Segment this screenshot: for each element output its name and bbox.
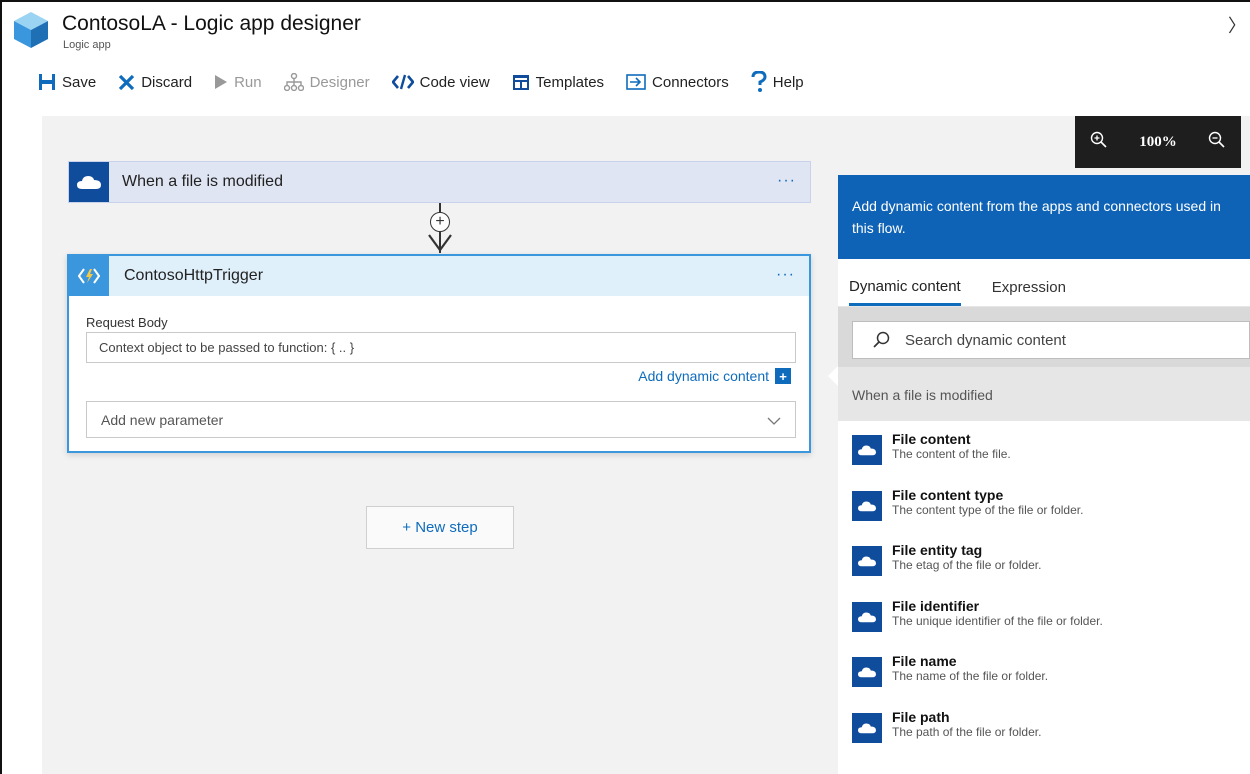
group-header: When a file is modified <box>838 367 1250 421</box>
item-name: File path <box>892 708 950 725</box>
window-frame-left <box>0 0 2 774</box>
dynamic-content-panel: Add dynamic content from the apps and co… <box>838 175 1250 774</box>
question-icon <box>751 71 767 93</box>
zoom-out-icon[interactable] <box>1208 131 1226 154</box>
designer-icon <box>283 73 304 91</box>
templates-button[interactable]: Templates <box>512 74 604 91</box>
play-icon <box>214 74 228 90</box>
flow-arrow-icon <box>428 234 452 252</box>
tab-expression[interactable]: Expression <box>992 279 1066 306</box>
list-item[interactable]: File name The name of the file or folder. <box>838 653 1250 709</box>
connectors-label: Connectors <box>652 73 729 91</box>
zoom-level: 100% <box>1139 133 1177 150</box>
list-item[interactable]: File entity tag The etag of the file or f… <box>838 542 1250 598</box>
request-body-input[interactable]: Context object to be passed to function:… <box>86 332 796 363</box>
save-icon <box>38 73 56 91</box>
item-desc: The content type of the file or folder. <box>892 502 1084 517</box>
app-header: ContosoLA - Logic app designer Logic app… <box>2 2 1250 60</box>
panel-pointer <box>828 366 838 386</box>
item-name: File entity tag <box>892 542 983 558</box>
discard-label: Discard <box>141 73 193 91</box>
zoom-control: 100% <box>1075 116 1241 168</box>
list-item[interactable]: File path The path of the file or folder. <box>838 709 1250 765</box>
add-parameter-dropdown[interactable]: Add new parameter <box>86 401 796 438</box>
add-dynamic-content-label: Add dynamic content <box>638 368 769 384</box>
item-name: File content type <box>892 486 1004 503</box>
zoom-in-icon[interactable] <box>1090 131 1108 154</box>
item-desc: The content of the file. <box>892 447 1011 461</box>
onedrive-cloud-icon <box>852 712 882 743</box>
item-desc: The unique identifier of the file or fol… <box>892 613 1103 628</box>
discard-button[interactable]: Discard <box>118 74 192 91</box>
add-dynamic-plus-icon: + <box>775 368 791 384</box>
add-parameter-placeholder: Add new parameter <box>101 411 224 428</box>
search-zone: Search dynamic content <box>838 307 1250 367</box>
search-input[interactable]: Search dynamic content <box>852 321 1250 359</box>
connectors-button[interactable]: Connectors <box>626 74 729 91</box>
item-name: File content <box>892 431 971 447</box>
onedrive-cloud-icon <box>852 657 882 687</box>
run-button[interactable]: Run <box>214 74 262 91</box>
search-placeholder: Search dynamic content <box>905 331 1066 349</box>
panel-banner: Add dynamic content from the apps and co… <box>838 175 1250 259</box>
templates-label: Templates <box>535 73 605 91</box>
action-card-header[interactable]: ContosoHttpTrigger ··· <box>69 256 809 296</box>
command-bar: Save Discard Run Designer Code view Temp… <box>2 62 1250 102</box>
chevron-down-icon <box>767 412 781 428</box>
action-card[interactable]: ContosoHttpTrigger ··· Request Body Cont… <box>67 254 811 453</box>
list-item[interactable]: File content The content of the file. <box>838 431 1250 487</box>
help-button[interactable]: Help <box>751 71 804 93</box>
code-view-button[interactable]: Code view <box>391 73 490 91</box>
add-dynamic-content-link[interactable]: Add dynamic content + <box>638 368 791 384</box>
onedrive-cloud-icon <box>852 490 882 521</box>
item-name: File name <box>892 653 957 669</box>
onedrive-cloud-icon <box>852 435 882 465</box>
code-view-label: Code view <box>419 73 490 91</box>
insert-step-button[interactable]: + <box>430 212 450 232</box>
connectors-icon <box>626 74 646 90</box>
new-step-button[interactable]: + New step <box>366 506 514 549</box>
help-label: Help <box>772 73 804 91</box>
designer-button[interactable]: Designer <box>283 73 370 91</box>
save-button[interactable]: Save <box>38 73 96 91</box>
collapse-chevron-icon[interactable]: 〉 <box>1228 12 1246 38</box>
x-icon <box>118 74 135 91</box>
run-label: Run <box>234 73 262 91</box>
tab-dynamic-content[interactable]: Dynamic content <box>849 278 961 306</box>
list-item[interactable]: File content type The content type of the… <box>838 487 1250 543</box>
item-desc: The etag of the file or folder. <box>892 558 1042 572</box>
action-title: ContosoHttpTrigger <box>124 267 264 284</box>
onedrive-cloud-icon <box>852 546 882 576</box>
templates-icon <box>512 74 530 91</box>
list-item[interactable]: File identifier The unique identifier of … <box>838 598 1250 654</box>
designer-label: Designer <box>309 73 370 91</box>
page-subtitle: Logic app <box>63 39 111 51</box>
onedrive-cloud-icon <box>69 162 109 202</box>
request-body-label: Request Body <box>86 315 168 330</box>
onedrive-cloud-icon <box>852 601 882 632</box>
azure-function-icon <box>69 256 109 296</box>
dynamic-content-list: File content The content of the file. Fil… <box>838 421 1250 764</box>
save-label: Save <box>62 73 97 91</box>
item-name: File identifier <box>892 597 980 614</box>
page-title: ContosoLA - Logic app designer <box>62 12 361 35</box>
item-desc: The name of the file or folder. <box>892 669 1049 683</box>
trigger-more-button[interactable]: ··· <box>777 172 796 190</box>
logic-app-cube-icon <box>14 12 48 48</box>
action-more-button[interactable]: ··· <box>776 266 795 284</box>
search-icon <box>873 331 891 349</box>
item-desc: The path of the file or folder. <box>892 724 1042 739</box>
code-icon <box>391 74 414 90</box>
panel-tabs: Dynamic content Expression <box>838 259 1250 307</box>
trigger-card[interactable]: When a file is modified ··· <box>68 161 811 203</box>
trigger-title: When a file is modified <box>122 173 283 190</box>
